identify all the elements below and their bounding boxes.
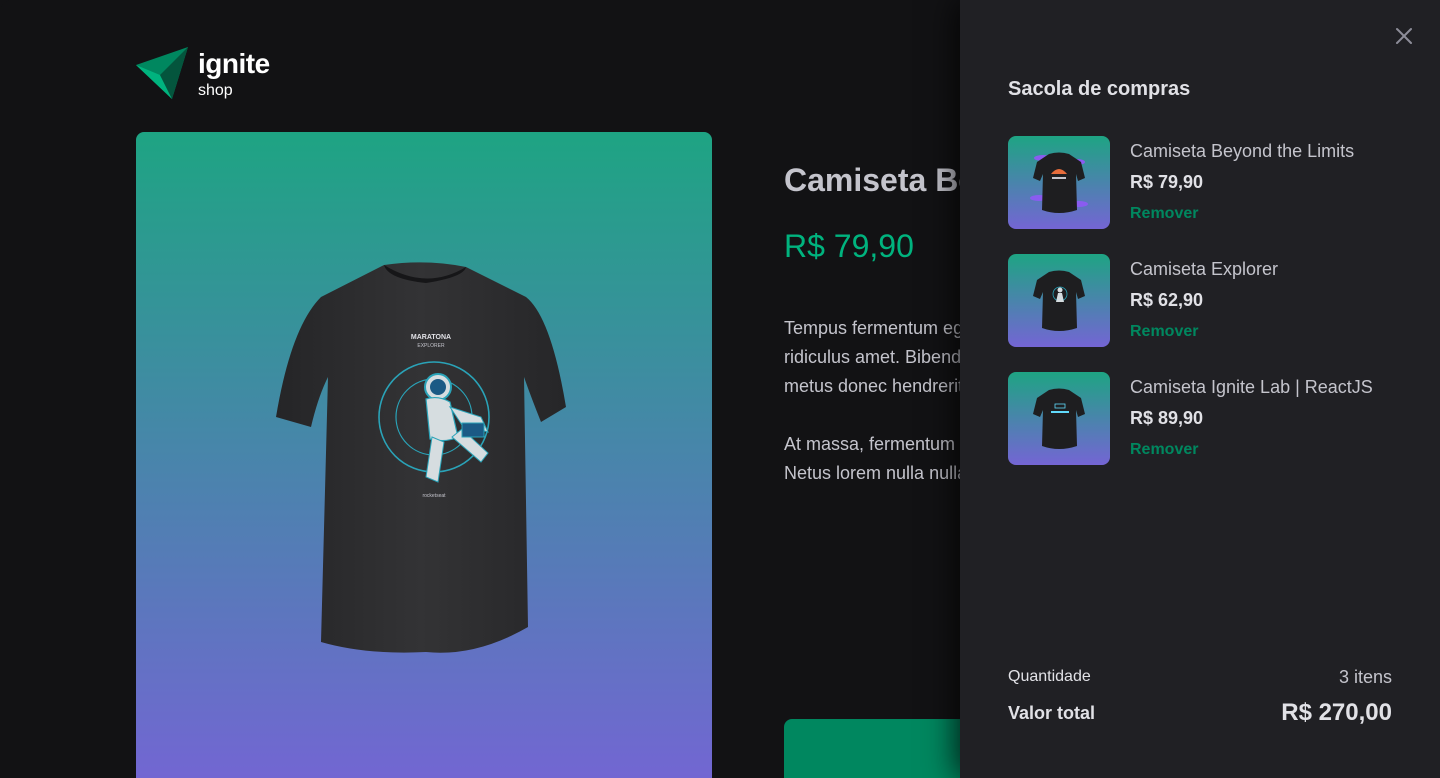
cart-summary: Quantidade 3 itens Valor total R$ 270,00 xyxy=(1008,664,1392,728)
cart-item: Camiseta Ignite Lab | ReactJS R$ 89,90 R… xyxy=(1008,372,1408,466)
cart-title: Sacola de compras xyxy=(1008,78,1191,100)
logo[interactable]: ignite shop xyxy=(136,47,270,100)
shirt-brand: rocketseat xyxy=(422,493,446,499)
remove-item-button[interactable]: Remover xyxy=(1130,204,1198,224)
cart-item: Camiseta Beyond the Limits R$ 79,90 Remo… xyxy=(1008,136,1408,230)
total-value: R$ 270,00 xyxy=(1281,699,1392,726)
total-label: Valor total xyxy=(1008,703,1096,723)
cart-item-thumbnail xyxy=(1008,136,1110,229)
shirt-print-sub: EXPLORER xyxy=(417,343,445,349)
cart-item-price: R$ 79,90 xyxy=(1130,172,1204,192)
cart-item-name: Camiseta Ignite Lab | ReactJS xyxy=(1130,377,1373,397)
app-window: ignite shop MARATONA EXPLORER rocketseat… xyxy=(0,0,1440,778)
description-line: ridiculus amet. Bibend xyxy=(784,347,962,367)
tshirt-icon xyxy=(1030,152,1088,213)
shirt-print-title: MARATONA xyxy=(411,334,451,341)
cart-item: Camiseta Explorer R$ 62,90 Remover xyxy=(1008,254,1408,348)
description-line: Netus lorem nulla nulla xyxy=(784,463,968,483)
cart-drawer: Sacola de compras Camiseta Beyond the Li… xyxy=(960,0,1440,778)
cart-item-price: R$ 89,90 xyxy=(1130,408,1204,428)
cart-item-thumbnail xyxy=(1008,372,1110,465)
logo-mark-icon xyxy=(136,47,188,99)
tshirt-image: MARATONA EXPLORER rocketseat xyxy=(276,262,566,653)
product-image: MARATONA EXPLORER rocketseat xyxy=(136,132,712,778)
tshirt-icon xyxy=(1033,388,1085,449)
quantity-label: Quantidade xyxy=(1008,668,1091,685)
cart-item-info: Camiseta Explorer R$ 62,90 Remover xyxy=(1130,254,1278,348)
description-line: metus donec hendrerit xyxy=(784,376,964,396)
cart-item-info: Camiseta Ignite Lab | ReactJS R$ 89,90 R… xyxy=(1130,372,1373,466)
logo-text: ignite shop xyxy=(198,48,270,100)
quantity-value: 3 itens xyxy=(1338,667,1392,687)
description-line: At massa, fermentum xyxy=(784,434,956,454)
quantity-row: Quantidade 3 itens xyxy=(1008,664,1392,690)
description-line: Tempus fermentum eg xyxy=(784,318,964,338)
cart-item-list: Camiseta Beyond the Limits R$ 79,90 Remo… xyxy=(1008,136,1408,490)
cart-item-price: R$ 62,90 xyxy=(1130,290,1204,310)
cart-item-info: Camiseta Beyond the Limits R$ 79,90 Remo… xyxy=(1130,136,1354,230)
cart-item-thumbnail xyxy=(1008,254,1110,347)
close-icon[interactable] xyxy=(1391,23,1417,49)
remove-item-button[interactable]: Remover xyxy=(1130,322,1198,342)
tshirt-icon xyxy=(1033,270,1085,331)
total-row: Valor total R$ 270,00 xyxy=(1008,698,1392,728)
logo-name: ignite xyxy=(198,48,270,79)
cart-item-name: Camiseta Explorer xyxy=(1130,259,1279,279)
remove-item-button[interactable]: Remover xyxy=(1130,440,1198,460)
cart-item-name: Camiseta Beyond the Limits xyxy=(1130,141,1355,161)
logo-sub: shop xyxy=(198,82,233,99)
